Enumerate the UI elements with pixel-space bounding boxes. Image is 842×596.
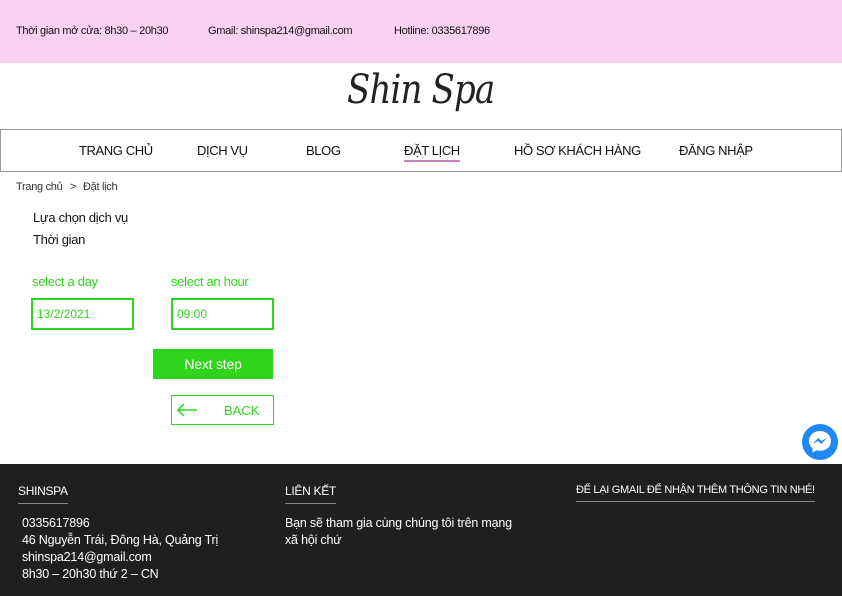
nav-item-booking[interactable]: ĐẶT LỊCH	[404, 143, 460, 162]
footer-hours: 8h30 – 20h30 thứ 2 – CN	[22, 567, 159, 581]
footer-email[interactable]: shinspa214@gmail.com	[22, 550, 152, 564]
nav-item-customer-profile[interactable]: HỒ SƠ KHÁCH HÀNG	[514, 143, 641, 158]
email-text[interactable]: Gmail: shinspa214@gmail.com	[208, 25, 353, 37]
nav-item-login[interactable]: ĐĂNG NHẬP	[679, 143, 753, 158]
back-button-label: BACK	[224, 403, 260, 418]
messenger-icon[interactable]	[802, 424, 838, 460]
footer-title-shinspa: SHINSPA	[18, 484, 68, 504]
footer: SHINSPA 0335617896 46 Nguyễn Trái, Đông …	[0, 464, 842, 596]
arrow-left-icon	[176, 403, 197, 417]
time-label: Thời gian	[33, 232, 86, 247]
choose-service-link[interactable]: Lựa chọn dịch vụ	[33, 210, 128, 225]
top-info-bar: Thời gian mở cửa: 8h30 – 20h30 Gmail: sh…	[0, 0, 842, 63]
main-nav: TRANG CHỦ DỊCH VỤ BLOG ĐẶT LỊCH HỒ SƠ KH…	[0, 129, 842, 172]
logo-area: Shin Spa	[0, 63, 842, 129]
day-label: select a day	[32, 274, 98, 289]
back-button[interactable]: BACK	[171, 395, 274, 425]
footer-title-newsletter: ĐỂ LẠI GMAIL ĐỂ NHẬN THÊM THÔNG TIN NHÉ!	[576, 484, 815, 502]
breadcrumb-home[interactable]: Trang chủ	[16, 181, 63, 193]
nav-item-blog[interactable]: BLOG	[306, 143, 341, 158]
footer-phone[interactable]: 0335617896	[22, 516, 90, 530]
hotline-text[interactable]: Hotline: 0335617896	[394, 25, 490, 37]
next-step-button[interactable]: Next step	[153, 349, 273, 379]
hour-label: select an hour	[171, 274, 249, 289]
footer-social-text-1: Bạn sẽ tham gia cùng chúng tôi trên mạng	[285, 516, 512, 530]
nav-item-services[interactable]: DỊCH VỤ	[197, 143, 248, 158]
footer-title-links: LIÊN KẾT	[285, 484, 336, 504]
opening-hours-text: Thời gian mở cửa: 8h30 – 20h30	[16, 25, 169, 37]
logo[interactable]: Shin Spa	[347, 67, 495, 113]
breadcrumb-current: Đặt lịch	[83, 181, 118, 193]
day-input[interactable]: 13/2/2021	[31, 298, 134, 330]
footer-address: 46 Nguyễn Trái, Đông Hà, Quảng Trị	[22, 533, 219, 547]
breadcrumb-separator: >	[70, 181, 77, 193]
hour-input[interactable]: 09:00	[171, 298, 274, 330]
footer-social-text-2: xã hội chứ	[285, 533, 342, 547]
nav-item-home[interactable]: TRANG CHỦ	[79, 143, 153, 158]
